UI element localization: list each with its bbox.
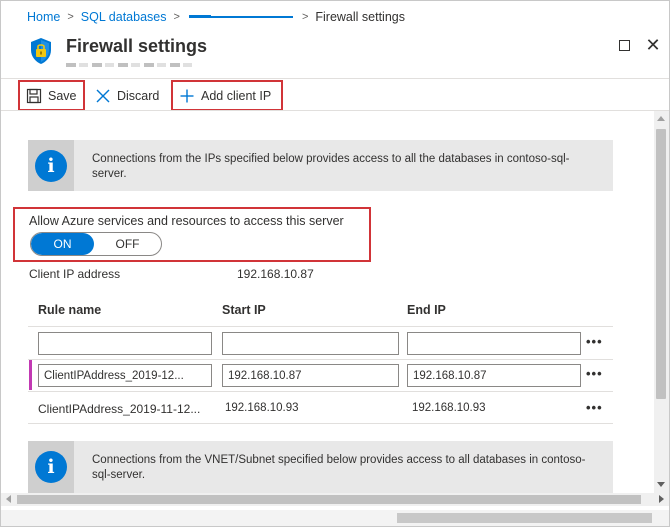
shield-lock-icon [31, 38, 51, 64]
info-banner-text: Connections from the VNET/Subnet specifi… [92, 454, 586, 481]
discard-label: Discard [117, 88, 160, 103]
info-icon: i [35, 451, 67, 483]
info-icon-container: i [28, 140, 74, 191]
close-button[interactable]: ✕ [645, 34, 661, 55]
column-header-start-ip: Start IP [222, 303, 266, 317]
table-row-divider [28, 423, 613, 424]
plus-icon [180, 89, 194, 102]
chevron-right-icon: > [67, 11, 74, 23]
horizontal-scroll-thumb[interactable] [17, 495, 641, 504]
client-ip-label: Client IP address [29, 267, 121, 281]
table-row-divider [28, 359, 613, 360]
save-icon [26, 88, 42, 103]
scroll-right-arrow-icon[interactable] [659, 495, 664, 503]
info-banner-ip: i Connections from the IPs specified bel… [28, 140, 613, 191]
scroll-left-arrow-icon[interactable] [6, 495, 11, 503]
breadcrumb-home[interactable]: Home [27, 10, 60, 24]
discard-icon [96, 89, 110, 102]
maximize-icon [618, 39, 630, 51]
end-ip-input[interactable] [407, 332, 581, 355]
discard-button[interactable]: Discard [89, 80, 165, 111]
toggle-off-option[interactable]: OFF [94, 233, 161, 255]
vertical-scroll-thumb[interactable] [656, 129, 666, 399]
add-client-ip-button[interactable]: Add client IP [171, 80, 283, 111]
info-banner-text: Connections from the IPs specified below… [92, 153, 570, 180]
vertical-scrollbar[interactable] [654, 111, 669, 493]
azure-services-toggle[interactable]: ON OFF [30, 232, 162, 256]
end-ip-input[interactable]: 192.168.10.87 [407, 364, 581, 387]
table-row-divider [28, 391, 613, 392]
row-edit-marker [29, 360, 32, 390]
subtitle-redacted [66, 63, 196, 67]
column-header-end-ip: End IP [407, 303, 446, 317]
info-icon-container: i [28, 441, 74, 493]
page-title: Firewall settings [66, 36, 208, 56]
add-client-ip-label: Add client IP [201, 88, 272, 103]
client-ip-value: 192.168.10.87 [237, 267, 314, 281]
end-ip-cell: 192.168.10.93 [412, 402, 486, 414]
toggle-on-option[interactable]: ON [31, 233, 94, 255]
scroll-down-arrow-icon[interactable] [657, 482, 665, 487]
maximize-button[interactable] [616, 37, 632, 53]
start-ip-input[interactable] [222, 332, 399, 355]
outer-horizontal-scroll-thumb[interactable] [397, 513, 652, 523]
breadcrumb-current: Firewall settings [315, 10, 405, 24]
azure-services-section: Allow Azure services and resources to ac… [13, 207, 371, 262]
command-bar: Save Discard Add client IP [1, 78, 669, 111]
save-button[interactable]: Save [18, 80, 85, 111]
rule-name-input[interactable] [38, 332, 212, 355]
azure-services-label: Allow Azure services and resources to ac… [29, 214, 344, 228]
save-label: Save [48, 88, 77, 103]
horizontal-scrollbar[interactable] [1, 493, 669, 506]
start-ip-cell: 192.168.10.93 [225, 402, 299, 414]
rule-name-cell: ClientIPAddress_2019-11-12... [38, 402, 201, 416]
chevron-right-icon: > [173, 11, 180, 23]
column-header-rule-name: Rule name [38, 303, 102, 317]
chevron-right-icon: > [301, 11, 309, 23]
toolbar-divider [1, 110, 669, 111]
info-icon: i [35, 149, 67, 182]
scroll-up-arrow-icon[interactable] [657, 116, 665, 121]
breadcrumb: Home > SQL databases > > Firewall settin… [27, 9, 405, 25]
rule-name-input[interactable]: ClientIPAddress_2019-12... [38, 364, 212, 387]
blade-window: Home > SQL databases > > Firewall settin… [0, 0, 670, 527]
info-banner-vnet: i Connections from the VNET/Subnet speci… [28, 441, 613, 493]
row-more-button[interactable]: ••• [586, 366, 603, 381]
close-icon: ✕ [645, 34, 661, 55]
table-header-divider [28, 326, 613, 327]
row-more-button[interactable]: ••• [586, 334, 603, 349]
start-ip-input[interactable]: 192.168.10.87 [222, 364, 399, 387]
outer-horizontal-scrollbar[interactable] [1, 510, 669, 526]
breadcrumb-redacted-item[interactable] [188, 15, 293, 18]
breadcrumb-sql-databases[interactable]: SQL databases [81, 10, 167, 24]
row-more-button[interactable]: ••• [586, 400, 603, 415]
